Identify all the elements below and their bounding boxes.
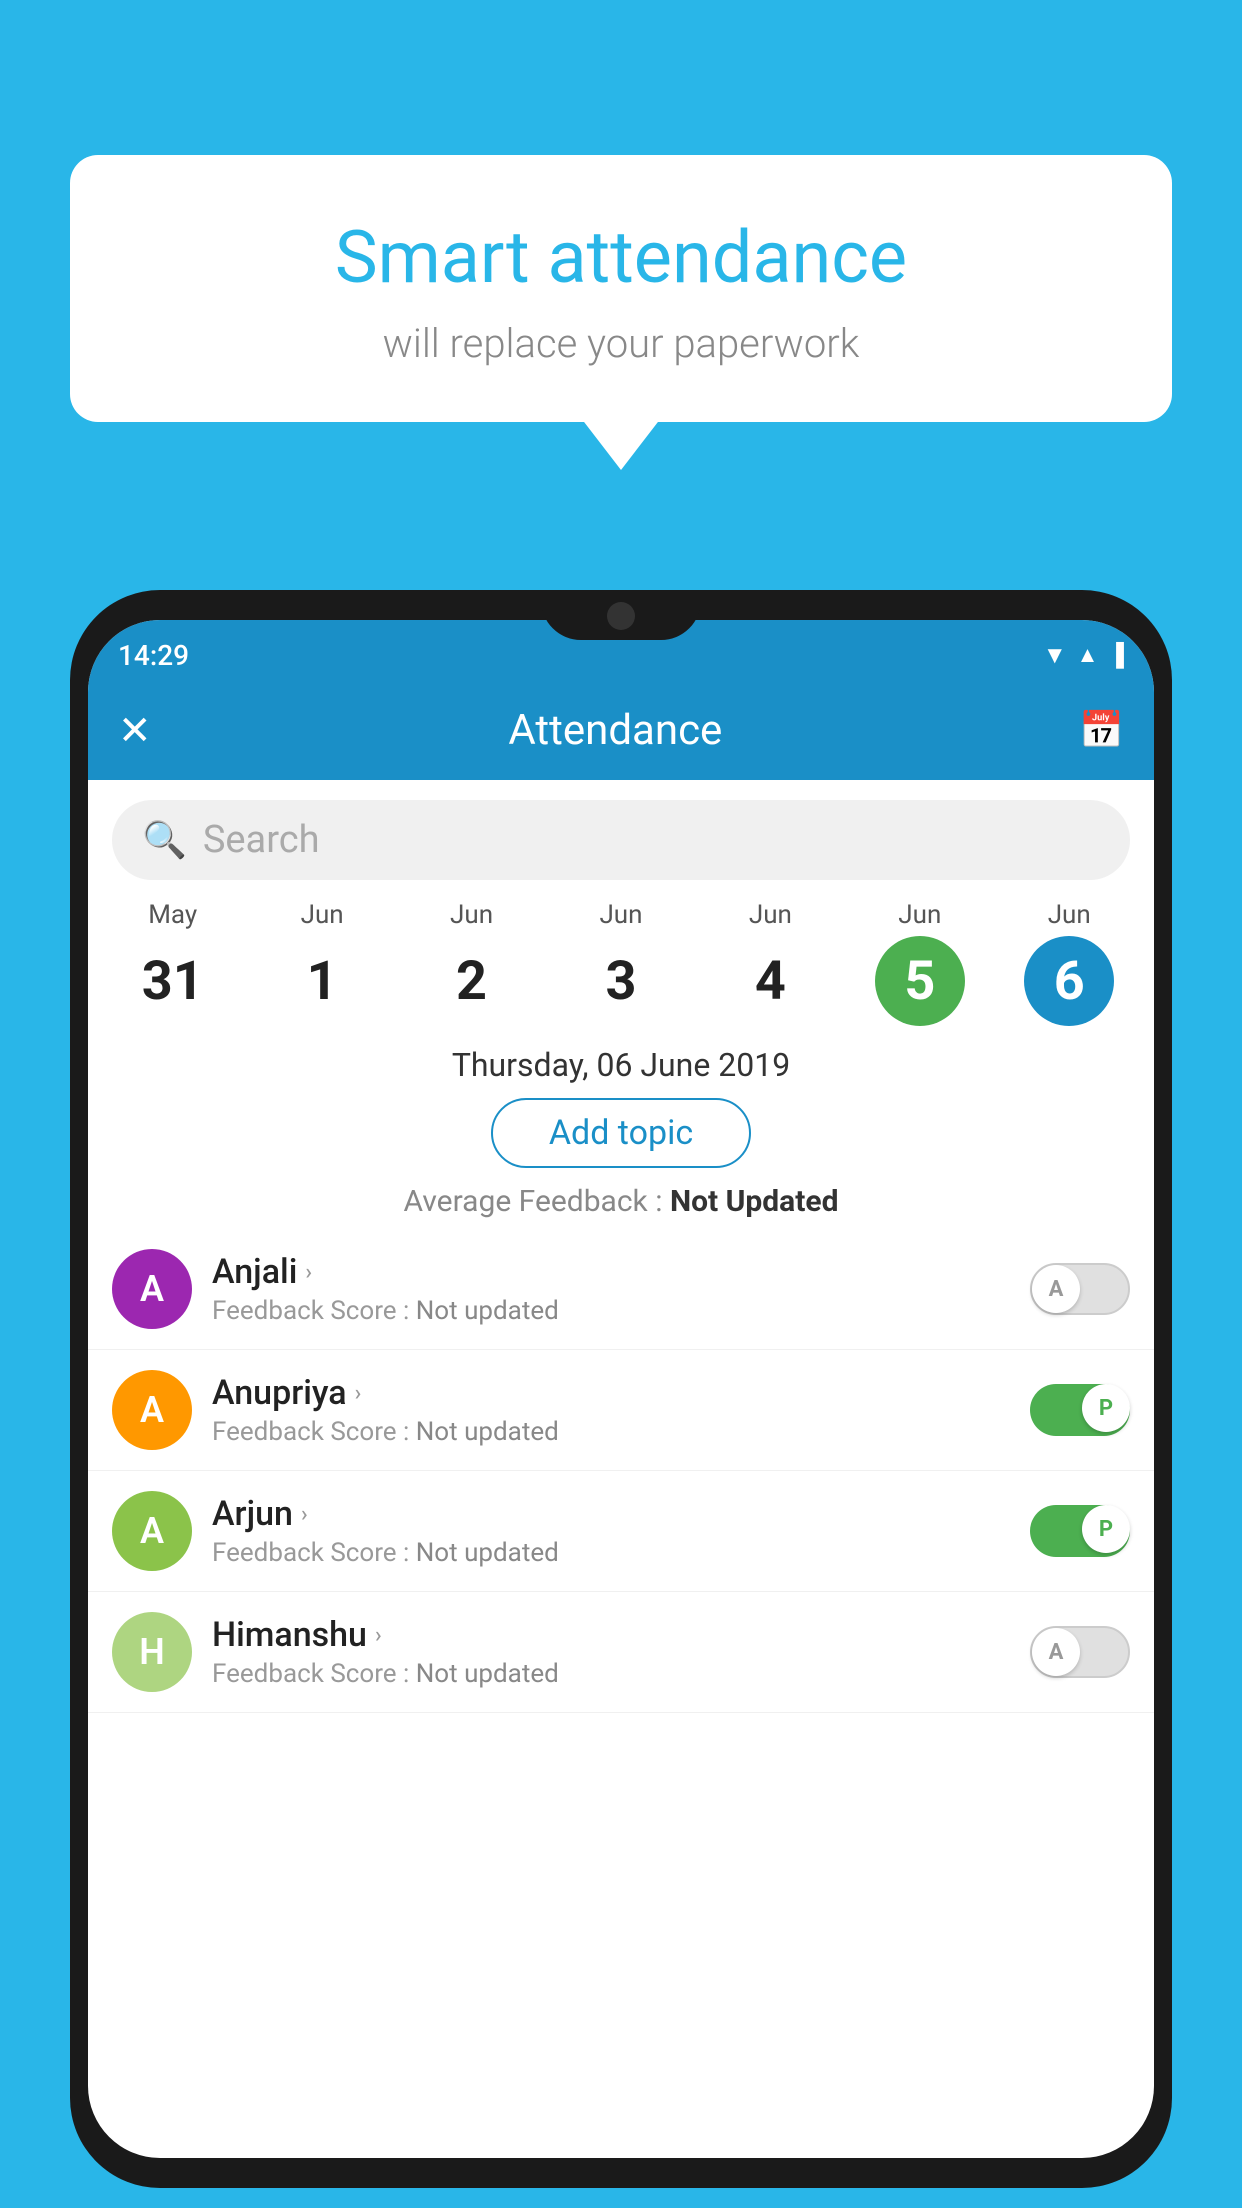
avatar: H <box>112 1612 192 1692</box>
speech-bubble: Smart attendance will replace your paper… <box>70 155 1172 422</box>
date-number[interactable]: 2 <box>427 936 517 1026</box>
date-month: Jun <box>749 900 792 930</box>
speech-bubble-subtitle: will replace your paperwork <box>110 320 1132 367</box>
student-item: A Arjun › Feedback Score : Not updated P <box>88 1471 1154 1592</box>
date-item-1[interactable]: Jun 1 <box>277 900 367 1026</box>
attendance-toggle[interactable]: P <box>1030 1505 1130 1557</box>
student-name[interactable]: Himanshu › <box>212 1615 1030 1655</box>
student-name[interactable]: Anupriya › <box>212 1373 1030 1413</box>
selected-date-label: Thursday, 06 June 2019 <box>88 1046 1154 1084</box>
date-item-0[interactable]: May 31 <box>128 900 218 1026</box>
search-icon: 🔍 <box>142 819 187 861</box>
date-month: Jun <box>1048 900 1091 930</box>
attendance-toggle[interactable]: A <box>1030 1626 1130 1678</box>
status-icons: ▼ ▲ ▐ <box>1043 641 1124 670</box>
date-month: Jun <box>599 900 642 930</box>
phone-screen: 14:29 ▼ ▲ ▐ ✕ Attendance 📅 🔍 Search May 3… <box>88 620 1154 2158</box>
date-item-5[interactable]: Jun 5 <box>875 900 965 1026</box>
attendance-toggle[interactable]: P <box>1030 1384 1130 1436</box>
date-month: May <box>148 900 197 930</box>
student-feedback: Feedback Score : Not updated <box>212 1659 1030 1689</box>
toggle-knob: P <box>1082 1505 1130 1553</box>
date-item-3[interactable]: Jun 3 <box>576 900 666 1026</box>
add-topic-label: Add topic <box>549 1113 693 1153</box>
date-month: Jun <box>301 900 344 930</box>
student-item: AAnjali ›Feedback Score : Not updatedA <box>88 1229 1154 1350</box>
chevron-icon: › <box>301 1502 308 1527</box>
date-number[interactable]: 4 <box>725 936 815 1026</box>
avg-feedback: Average Feedback : Not Updated <box>88 1184 1154 1219</box>
chevron-icon: › <box>305 1260 312 1285</box>
student-info: Himanshu › Feedback Score : Not updated <box>212 1615 1030 1689</box>
student-info: Anupriya › Feedback Score : Not updated <box>212 1373 1030 1447</box>
feedback-value: Not updated <box>416 1417 559 1447</box>
battery-icon: ▐ <box>1108 642 1124 668</box>
close-button[interactable]: ✕ <box>118 707 152 754</box>
date-number[interactable]: 5 <box>875 936 965 1026</box>
student-info: Arjun › Feedback Score : Not updated <box>212 1494 1030 1568</box>
speech-bubble-title: Smart attendance <box>110 215 1132 300</box>
avg-feedback-label: Average Feedback : <box>404 1184 663 1219</box>
toggle-knob: A <box>1032 1265 1080 1313</box>
search-placeholder: Search <box>203 818 320 862</box>
feedback-value: Not updated <box>416 1659 559 1689</box>
student-name[interactable]: Anjali › <box>212 1252 1030 1292</box>
date-month: Jun <box>898 900 941 930</box>
student-list: AAnjali ›Feedback Score : Not updatedAAA… <box>88 1229 1154 1713</box>
date-number[interactable]: 31 <box>128 936 218 1026</box>
avg-feedback-value: Not Updated <box>670 1184 839 1219</box>
student-feedback: Feedback Score : Not updated <box>212 1417 1030 1447</box>
student-info: Anjali › Feedback Score : Not updated <box>212 1252 1030 1326</box>
date-strip: May 31 Jun 1 Jun 2 Jun 3 Jun 4 Jun 5 Jun 6 <box>88 900 1154 1026</box>
toggle-knob: A <box>1032 1628 1080 1676</box>
search-bar[interactable]: 🔍 Search <box>112 800 1130 880</box>
student-feedback: Feedback Score : Not updated <box>212 1538 1030 1568</box>
phone-camera <box>607 602 635 630</box>
attendance-toggle[interactable]: A <box>1030 1263 1130 1315</box>
wifi-icon: ▼ <box>1043 641 1067 670</box>
avatar: A <box>112 1249 192 1329</box>
signal-icon: ▲ <box>1077 642 1099 668</box>
avatar: A <box>112 1370 192 1450</box>
student-name[interactable]: Arjun › <box>212 1494 1030 1534</box>
date-number[interactable]: 1 <box>277 936 367 1026</box>
status-time: 14:29 <box>118 639 189 672</box>
student-item: A Anupriya › Feedback Score : Not updated P <box>88 1350 1154 1471</box>
date-item-4[interactable]: Jun 4 <box>725 900 815 1026</box>
date-number[interactable]: 3 <box>576 936 666 1026</box>
chevron-icon: › <box>355 1381 362 1406</box>
add-topic-button[interactable]: Add topic <box>491 1098 751 1168</box>
phone-frame: 14:29 ▼ ▲ ▐ ✕ Attendance 📅 🔍 Search May 3… <box>70 590 1172 2188</box>
student-item: H Himanshu › Feedback Score : Not updatedA <box>88 1592 1154 1713</box>
date-month: Jun <box>450 900 493 930</box>
student-feedback: Feedback Score : Not updated <box>212 1296 1030 1326</box>
date-item-6[interactable]: Jun 6 <box>1024 900 1114 1026</box>
date-item-2[interactable]: Jun 2 <box>427 900 517 1026</box>
feedback-value: Not updated <box>416 1538 559 1568</box>
speech-bubble-container: Smart attendance will replace your paper… <box>70 155 1172 422</box>
calendar-icon[interactable]: 📅 <box>1079 709 1124 751</box>
chevron-icon: › <box>375 1623 382 1648</box>
avatar: A <box>112 1491 192 1571</box>
date-number[interactable]: 6 <box>1024 936 1114 1026</box>
toggle-knob: P <box>1082 1384 1130 1432</box>
feedback-value: Not updated <box>416 1296 559 1326</box>
app-header: ✕ Attendance 📅 <box>88 680 1154 780</box>
header-title: Attendance <box>508 706 722 755</box>
